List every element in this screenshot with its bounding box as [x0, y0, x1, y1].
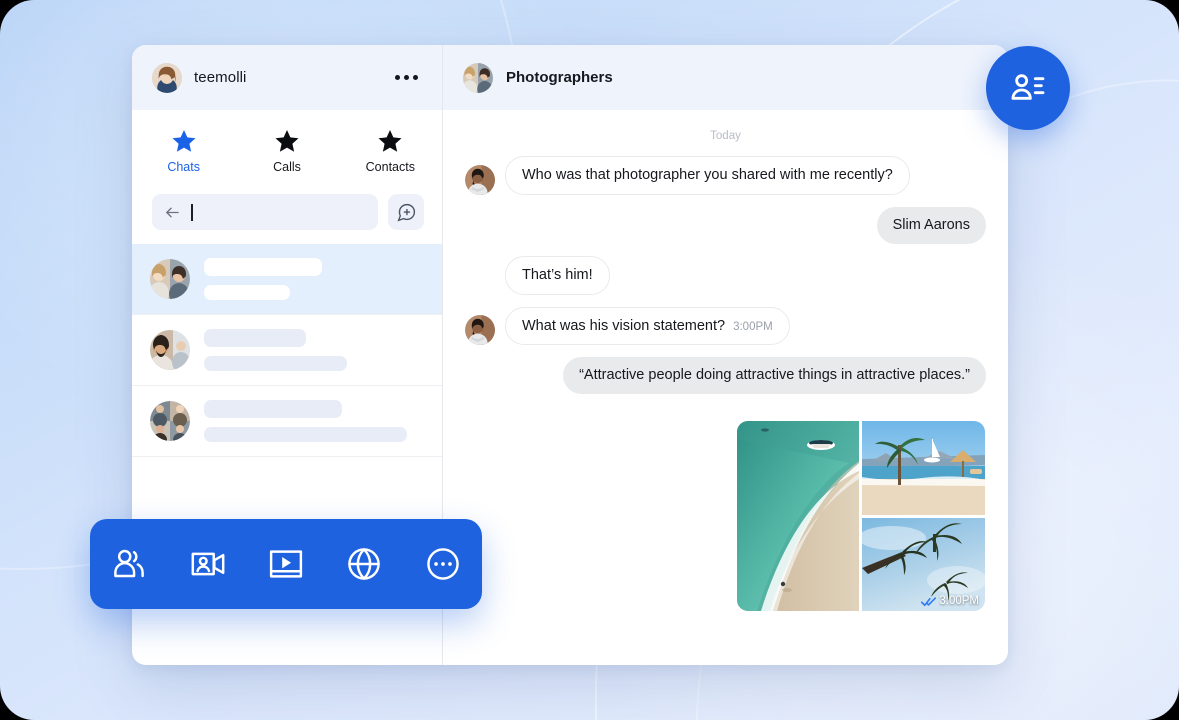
floating-toolbar — [90, 519, 482, 609]
text-cursor — [191, 204, 193, 221]
gallery-timestamp: 3:00PM — [939, 595, 979, 607]
tab-calls[interactable]: Calls — [235, 128, 338, 174]
message-bubble[interactable]: “Attractive people doing attractive thin… — [563, 357, 986, 394]
contact-card-icon — [1008, 68, 1048, 108]
avatar[interactable] — [152, 63, 182, 93]
group-members-button[interactable] — [986, 46, 1070, 130]
video-contact-icon[interactable] — [185, 541, 231, 587]
photo-gallery-right-column: 3:00PM — [862, 421, 985, 611]
list-item-skeleton — [204, 329, 347, 371]
list-item[interactable] — [132, 244, 442, 315]
more-horizontal-icon[interactable] — [389, 69, 424, 86]
message-list: Today Who was that — [443, 110, 1008, 665]
tab-chats-label: Chats — [167, 160, 200, 174]
gallery-timestamp-row: 3:00PM — [921, 595, 979, 607]
more-circle-icon[interactable] — [420, 541, 466, 587]
double-check-icon — [921, 596, 936, 607]
tab-calls-label: Calls — [273, 160, 301, 174]
message-row: What was his vision statement? 3:00PM — [465, 307, 986, 346]
conversation-header: Photographers — [443, 45, 1008, 110]
list-item[interactable] — [132, 386, 442, 457]
avatar[interactable] — [463, 63, 493, 93]
message-text: What was his vision statement? — [522, 318, 725, 334]
message-row: That’s him! — [465, 256, 986, 295]
avatar — [465, 165, 495, 195]
tab-chats[interactable]: Chats — [132, 128, 235, 174]
tab-contacts[interactable]: Contacts — [339, 128, 442, 174]
avatar — [150, 401, 190, 441]
photo-palm-umbrella[interactable] — [862, 421, 985, 515]
avatar — [150, 259, 190, 299]
avatar — [150, 330, 190, 370]
search-input[interactable] — [152, 194, 378, 230]
profile-name: teemolli — [194, 69, 247, 86]
list-item[interactable] — [132, 315, 442, 386]
photo-gallery[interactable]: 3:00PM — [737, 421, 985, 611]
sidebar-profile-bar: teemolli — [132, 45, 442, 110]
star-icon — [274, 128, 300, 154]
page-background: teemolli Chats Calls Contacts — [0, 0, 1179, 720]
message-bubble[interactable]: Slim Aarons — [877, 207, 986, 244]
message-bubble[interactable]: That’s him! — [505, 256, 610, 295]
conversation-pane: Photographers Today — [443, 45, 1008, 665]
message-bubble[interactable]: What was his vision statement? 3:00PM — [505, 307, 790, 346]
sidebar-tabs: Chats Calls Contacts — [132, 110, 442, 182]
star-icon — [377, 128, 403, 154]
video-player-icon[interactable] — [263, 541, 309, 587]
message-row: Slim Aarons — [465, 207, 986, 244]
message-row: “Attractive people doing attractive thin… — [465, 357, 986, 394]
message-row: Who was that photographer you shared wit… — [465, 156, 986, 195]
avatar — [465, 315, 495, 345]
search-row — [132, 182, 442, 244]
message-bubble[interactable]: Who was that photographer you shared wit… — [505, 156, 910, 195]
page-title: Photographers — [506, 69, 613, 86]
star-icon — [171, 128, 197, 154]
photo-palms-sky[interactable]: 3:00PM — [862, 518, 985, 611]
tab-contacts-label: Contacts — [366, 160, 415, 174]
list-item-skeleton — [204, 400, 407, 442]
message-timestamp: 3:00PM — [733, 321, 773, 333]
arrow-left-icon — [164, 204, 181, 221]
globe-icon[interactable] — [341, 541, 387, 587]
people-icon[interactable] — [106, 541, 152, 587]
new-chat-plus-icon[interactable] — [388, 194, 424, 230]
photo-beach-boat[interactable] — [737, 421, 859, 611]
list-item-skeleton — [204, 258, 322, 300]
day-separator: Today — [465, 130, 986, 142]
